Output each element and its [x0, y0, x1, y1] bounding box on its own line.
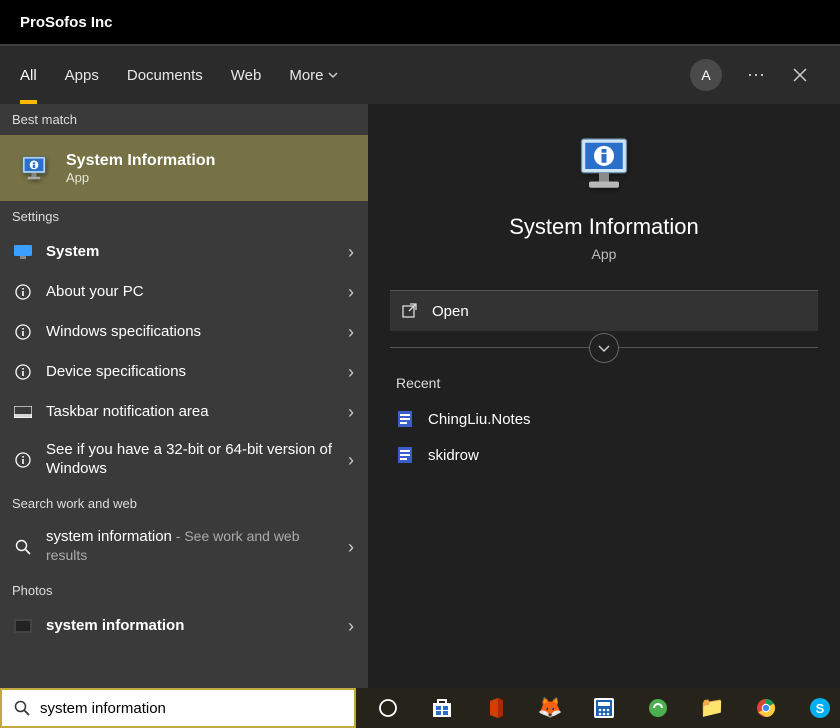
cortana-icon [378, 698, 398, 718]
recent-item-label: skidrow [428, 447, 479, 464]
best-match-title: System Information [66, 152, 215, 170]
monitor-icon [14, 245, 32, 259]
options-button[interactable]: ⋯ [740, 65, 772, 86]
section-photos: Photos [0, 575, 368, 606]
recent-item[interactable]: ChingLiu.Notes [368, 401, 840, 437]
taskbar-cortana[interactable] [368, 688, 408, 728]
settings-item-windows-specifications[interactable]: Windows specifications › [0, 312, 368, 352]
tab-all[interactable]: All [20, 46, 37, 104]
work-web-text: system information - See work and web re… [46, 528, 334, 566]
taskbar-file-explorer[interactable]: 📁 [692, 688, 732, 728]
open-icon [402, 303, 418, 319]
taskbar-chrome[interactable] [746, 688, 786, 728]
section-work-and-web: Search work and web [0, 488, 368, 519]
settings-item-about-your-pc[interactable]: About your PC › [0, 272, 368, 312]
settings-item-label: Windows specifications [46, 323, 334, 342]
open-button[interactable]: Open [390, 291, 818, 331]
tab-more[interactable]: More [289, 46, 337, 104]
taskbar-firefox[interactable]: 🦊 [530, 688, 570, 728]
settings-item-label: Device specifications [46, 363, 334, 382]
preview-app-icon [368, 134, 840, 194]
search-icon [14, 539, 32, 555]
chevron-right-icon: › [348, 402, 354, 423]
info-icon [14, 364, 32, 380]
office-icon [486, 697, 506, 719]
chevron-right-icon: › [348, 282, 354, 303]
settings-item-32-64-bit[interactable]: See if you have a 32-bit or 64-bit versi… [0, 432, 368, 488]
chevron-right-icon: › [348, 450, 354, 471]
chevron-down-icon [328, 70, 338, 80]
best-match-subtitle: App [66, 170, 215, 185]
taskbar-skype[interactable]: S [800, 688, 840, 728]
chevron-right-icon: › [348, 537, 354, 558]
store-icon [431, 697, 453, 719]
work-web-item[interactable]: system information - See work and web re… [0, 519, 368, 575]
chevron-right-icon: › [348, 362, 354, 383]
settings-item-taskbar-notification[interactable]: Taskbar notification area › [0, 392, 368, 432]
close-icon [793, 68, 807, 82]
search-icon [14, 700, 30, 716]
document-icon [396, 410, 414, 428]
open-label: Open [432, 303, 469, 320]
taskbar-calculator[interactable] [584, 688, 624, 728]
recent-item[interactable]: skidrow [368, 437, 840, 473]
settings-item-label: Taskbar notification area [46, 403, 334, 422]
close-button[interactable] [780, 68, 820, 82]
title-bar: ProSofos Inc [0, 0, 840, 44]
chevron-down-icon [597, 341, 611, 355]
settings-item-label: About your PC [46, 283, 334, 302]
section-best-match: Best match [0, 104, 368, 135]
settings-item-device-specifications[interactable]: Device specifications › [0, 352, 368, 392]
taskbar-icon [14, 406, 32, 418]
settings-item-label: System [46, 243, 334, 262]
taskbar-app-green[interactable] [638, 688, 678, 728]
photos-item[interactable]: system information › [0, 606, 368, 646]
svg-text:S: S [816, 701, 825, 716]
search-tab-bar: All Apps Documents Web More A ⋯ [0, 44, 840, 104]
tab-more-label: More [289, 67, 323, 84]
photo-thumbnail-icon [14, 619, 32, 633]
info-icon [14, 324, 32, 340]
tab-documents[interactable]: Documents [127, 46, 203, 104]
recent-label: Recent [396, 375, 812, 391]
title-bar-text: ProSofos Inc [20, 14, 113, 31]
taskbar-office[interactable] [476, 688, 516, 728]
tab-web[interactable]: Web [231, 46, 262, 104]
document-icon [396, 446, 414, 464]
section-settings: Settings [0, 201, 368, 232]
info-icon [14, 284, 32, 300]
preview-subtitle: App [368, 246, 840, 262]
chevron-right-icon: › [348, 322, 354, 343]
expand-button[interactable] [589, 333, 619, 363]
settings-item-system[interactable]: System › [0, 232, 368, 272]
green-circle-icon [648, 698, 668, 718]
firefox-icon: 🦊 [538, 698, 563, 718]
preview-title: System Information [368, 214, 840, 240]
info-icon [14, 452, 32, 468]
settings-item-label: See if you have a 32-bit or 64-bit versi… [46, 441, 334, 479]
calculator-icon [593, 697, 615, 719]
preview-panel: System Information App Open Recent Ching… [368, 104, 840, 688]
tab-apps[interactable]: Apps [65, 46, 99, 104]
best-match-item[interactable]: System Information App [0, 135, 368, 201]
taskbar-search-box[interactable] [0, 688, 356, 728]
taskbar: 🦊 📁 S [0, 688, 840, 728]
chevron-right-icon: › [348, 242, 354, 263]
results-panel: Best match System Information App Settin… [0, 104, 368, 688]
folder-icon: 📁 [700, 698, 725, 718]
photos-item-label: system information [46, 617, 334, 636]
user-avatar[interactable]: A [690, 59, 722, 91]
taskbar-store[interactable] [422, 688, 462, 728]
search-input[interactable] [40, 700, 342, 717]
system-information-icon [18, 152, 50, 184]
skype-icon: S [809, 697, 831, 719]
recent-item-label: ChingLiu.Notes [428, 411, 531, 428]
chrome-icon [756, 698, 776, 718]
chevron-right-icon: › [348, 616, 354, 637]
